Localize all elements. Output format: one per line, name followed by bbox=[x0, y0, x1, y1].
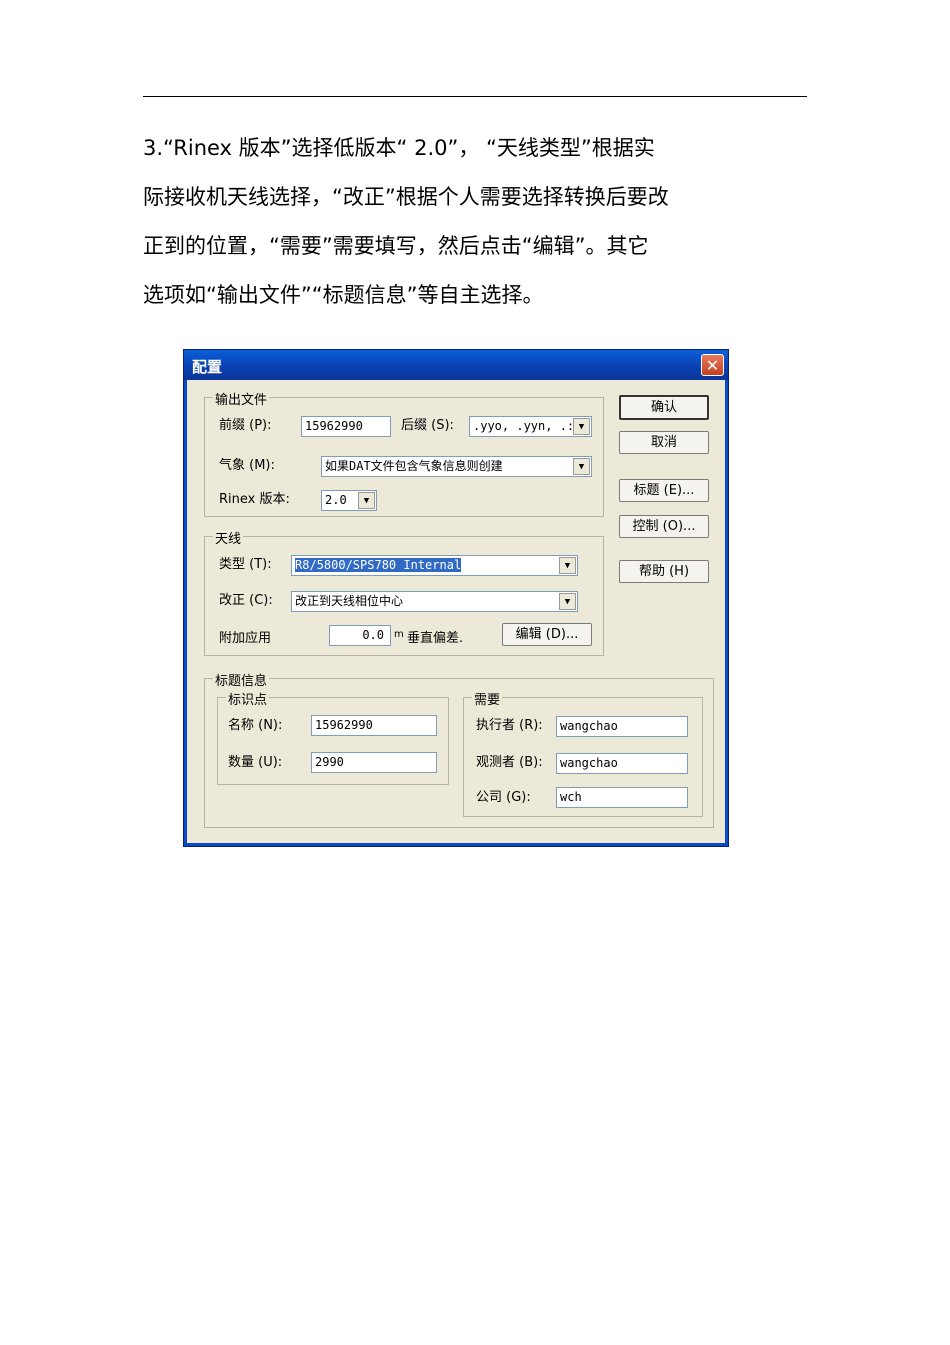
rinex-version-value: 2.0 bbox=[325, 493, 347, 507]
header-button[interactable]: 标题 (E)... bbox=[619, 479, 709, 502]
window-border-left bbox=[184, 380, 187, 846]
offset-unit: m bbox=[394, 629, 404, 640]
dialog-titlebar[interactable]: 配置 ✕ bbox=[184, 350, 728, 380]
antenna-group-title: 天线 bbox=[213, 528, 244, 547]
ok-button[interactable]: 确认 bbox=[619, 395, 709, 420]
control-button[interactable]: 控制 (O)... bbox=[619, 515, 709, 538]
weather-value: 如果DAT文件包含气象信息则创建 bbox=[325, 459, 503, 473]
mark-name-input[interactable]: 15962990 bbox=[311, 715, 437, 736]
header-info-group-title: 标题信息 bbox=[213, 670, 270, 689]
paragraph-line: 选项如“输出文件”“标题信息”等自主选择。 bbox=[143, 283, 544, 307]
suffix-value: .yyo, .yyn, .: bbox=[473, 419, 575, 433]
prefix-input[interactable]: 15962990 bbox=[301, 416, 391, 437]
mark-name-label: 名称 (N): bbox=[228, 718, 283, 733]
paragraph-line: 正到的位置，“需要”需要填写，然后点击“编辑”。其它 bbox=[143, 234, 649, 258]
chevron-down-icon[interactable]: ▼ bbox=[573, 458, 590, 475]
operator-input[interactable]: wangchao bbox=[556, 716, 688, 737]
weather-select[interactable]: 如果DAT文件包含气象信息则创建 ▼ bbox=[321, 456, 592, 477]
correction-value: 改正到天线相位中心 bbox=[295, 594, 404, 608]
offset-input[interactable]: 0.0 bbox=[329, 625, 391, 646]
chevron-down-icon[interactable]: ▼ bbox=[358, 492, 375, 509]
antenna-type-value: R8/5800/SPS780 Internal bbox=[295, 558, 462, 572]
window-border-right bbox=[725, 380, 728, 846]
output-file-group: 输出文件 前缀 (P): 15962990 后缀 (S): .yyo, .yyn… bbox=[204, 389, 604, 517]
operator-label: 执行者 (R): bbox=[476, 718, 543, 733]
window-border-bottom bbox=[184, 843, 728, 846]
paragraph-line: 3.“Rinex 版本”选择低版本“ 2.0”， “天线类型”根据实 bbox=[143, 136, 655, 160]
antenna-type-label: 类型 (T): bbox=[219, 557, 272, 572]
chevron-down-icon[interactable]: ▼ bbox=[573, 418, 590, 435]
help-button[interactable]: 帮助 (H) bbox=[619, 560, 709, 583]
chevron-down-icon[interactable]: ▼ bbox=[559, 593, 576, 610]
dialog-title: 配置 bbox=[192, 358, 223, 376]
cancel-button[interactable]: 取消 bbox=[619, 431, 709, 454]
mark-group-title: 标识点 bbox=[226, 689, 270, 708]
antenna-type-select[interactable]: R8/5800/SPS780 Internal ▼ bbox=[291, 555, 578, 576]
header-rule bbox=[143, 96, 807, 97]
paragraph-line: 际接收机天线选择，“改正”根据个人需要选择转换后要改 bbox=[143, 185, 669, 209]
mark-group: 标识点 名称 (N): 15962990 数量 (U): 2990 bbox=[217, 689, 449, 785]
instruction-paragraph: 3.“Rinex 版本”选择低版本“ 2.0”， “天线类型”根据实 际接收机天… bbox=[143, 124, 823, 320]
suffix-label: 后缀 (S): bbox=[401, 418, 454, 433]
antenna-group: 天线 类型 (T): R8/5800/SPS780 Internal ▼ 改正 … bbox=[204, 528, 604, 656]
close-icon[interactable]: ✕ bbox=[701, 354, 724, 376]
chevron-down-icon[interactable]: ▼ bbox=[559, 557, 576, 574]
weather-label: 气象 (M): bbox=[219, 458, 275, 473]
header-info-group: 标题信息 标识点 名称 (N): 15962990 数量 (U): 2990 需… bbox=[204, 670, 714, 828]
mark-number-input[interactable]: 2990 bbox=[311, 752, 437, 773]
prefix-label: 前缀 (P): bbox=[219, 418, 272, 433]
observer-input[interactable]: wangchao bbox=[556, 753, 688, 774]
required-group-title: 需要 bbox=[472, 689, 503, 708]
apply-label: 附加应用 bbox=[219, 631, 272, 646]
required-group: 需要 执行者 (R): wangchao 观测者 (B): wangchao 公… bbox=[463, 689, 703, 817]
vertical-offset-label: 垂直偏差. bbox=[407, 631, 464, 646]
edit-button[interactable]: 编辑 (D)... bbox=[502, 623, 592, 646]
config-dialog: 配置 ✕ 输出文件 前缀 (P): 15962990 后缀 (S): .yyo,… bbox=[183, 349, 729, 847]
observer-label: 观测者 (B): bbox=[476, 755, 543, 770]
company-input[interactable]: wch bbox=[556, 787, 688, 808]
mark-number-label: 数量 (U): bbox=[228, 755, 283, 770]
rinex-version-label: Rinex 版本: bbox=[219, 492, 290, 507]
correction-select[interactable]: 改正到天线相位中心 ▼ bbox=[291, 591, 578, 612]
company-label: 公司 (G): bbox=[476, 790, 531, 805]
output-file-group-title: 输出文件 bbox=[213, 389, 270, 408]
suffix-select[interactable]: .yyo, .yyn, .: ▼ bbox=[469, 416, 592, 437]
rinex-version-select[interactable]: 2.0 ▼ bbox=[321, 490, 377, 511]
correction-label: 改正 (C): bbox=[219, 593, 273, 608]
